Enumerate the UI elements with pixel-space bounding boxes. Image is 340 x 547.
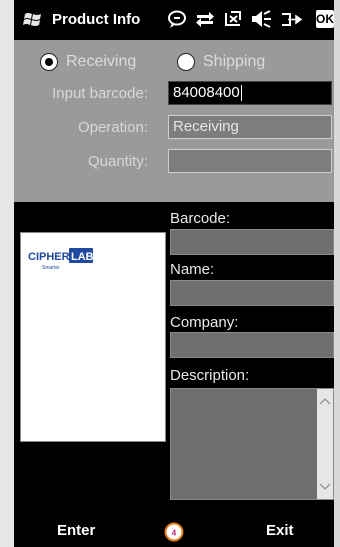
title-bar: Product Info OK <box>14 0 334 40</box>
receiving-radio[interactable]: Receiving <box>40 52 136 72</box>
scroll-down-icon[interactable] <box>317 479 333 495</box>
right-border <box>334 0 340 547</box>
logo-tagline: Smarter <box>42 265 60 271</box>
description-scrollbar[interactable] <box>317 389 333 499</box>
cipherlab-logo: CIPHER LAB Smarter <box>28 248 94 271</box>
enter-softkey[interactable]: Enter <box>57 522 95 539</box>
description-detail-label: Description: <box>170 367 250 384</box>
ok-button[interactable]: OK <box>316 10 334 28</box>
message-icon[interactable] <box>166 8 188 30</box>
shipping-label: Shipping <box>203 53 266 70</box>
input-barcode-label: Input barcode: <box>52 85 148 102</box>
exit-softkey[interactable]: Exit <box>266 522 294 539</box>
windows-start-icon[interactable] <box>22 10 44 30</box>
softkey-bar: Enter 4 Exit <box>14 514 334 547</box>
description-textarea[interactable] <box>170 388 334 500</box>
shipping-radio[interactable]: Shipping <box>177 52 265 72</box>
product-image: CIPHER LAB Smarter <box>20 232 166 442</box>
operation-label: Operation: <box>77 119 148 136</box>
device-screen: Product Info OK Receiving Shipping Input… <box>0 0 340 547</box>
barcode-detail-label: Barcode: <box>170 210 231 227</box>
radio-checked-icon <box>40 53 58 71</box>
barcode-detail-field[interactable] <box>170 229 334 255</box>
connectivity-icon[interactable] <box>194 8 216 30</box>
scroll-up-icon[interactable] <box>317 393 333 409</box>
left-border <box>0 0 14 547</box>
form-panel: Receiving Shipping Input barcode: 840084… <box>14 40 334 202</box>
name-detail-label: Name: <box>170 261 215 278</box>
receiving-label: Receiving <box>66 53 137 70</box>
quantity-label: Quantity: <box>87 153 148 170</box>
app-title: Product Info <box>52 11 141 28</box>
logo-text-right: LAB <box>71 251 94 263</box>
signal-off-icon[interactable] <box>222 8 244 30</box>
text-caret <box>240 85 242 102</box>
barcode-input[interactable]: 84008400 <box>168 81 332 105</box>
operation-value: Receiving <box>173 118 239 135</box>
radio-unchecked-icon <box>177 53 195 71</box>
svg-text:4: 4 <box>172 529 177 538</box>
name-detail-field[interactable] <box>170 280 334 306</box>
product-detail-panel: CIPHER LAB Smarter Barcode: Name: Compan… <box>14 202 334 514</box>
operation-field[interactable]: Receiving <box>168 115 332 139</box>
sync-icon[interactable] <box>280 8 302 30</box>
keyboard-input-icon[interactable]: 4 <box>164 522 184 542</box>
logo-text-left: CIPHER <box>28 251 70 263</box>
barcode-input-value: 84008400 <box>173 84 240 101</box>
volume-icon[interactable] <box>250 8 272 30</box>
company-detail-field[interactable] <box>170 332 334 358</box>
quantity-field[interactable] <box>168 149 332 173</box>
company-detail-label: Company: <box>170 314 239 331</box>
